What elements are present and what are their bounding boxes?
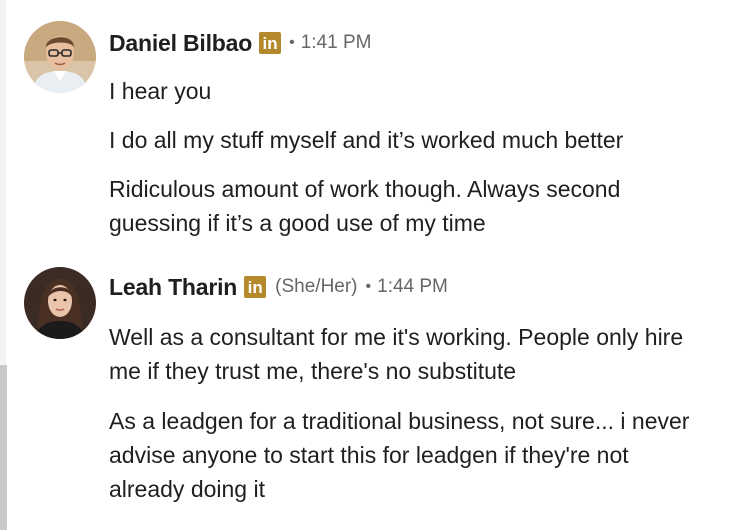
avatar[interactable]: [24, 21, 96, 93]
message-header: Daniel Bilbao in • 1:41 PM: [109, 29, 371, 57]
separator-dot: •: [365, 278, 372, 295]
sender-name[interactable]: Leah Tharin: [109, 274, 237, 301]
avatar-leah-image: [24, 267, 96, 339]
linkedin-badge-icon: in: [244, 276, 267, 298]
linkedin-badge-icon: in: [259, 32, 282, 54]
message-text: I hear you: [109, 78, 212, 104]
message-text: As a leadgen for a traditional business,…: [109, 408, 690, 502]
pronouns: (She/Her): [275, 276, 358, 297]
separator-dot: •: [289, 34, 295, 51]
timestamp: 1:44 PM: [377, 276, 448, 297]
scrollbar[interactable]: [0, 365, 7, 530]
sender-name[interactable]: Daniel Bilbao: [109, 30, 252, 57]
message-text: I do all my stuff myself and it’s worked…: [109, 127, 624, 153]
message-header: Leah Tharin in (She/Her) • 1:44 PM: [109, 273, 448, 301]
message-text: Well as a consultant for me it's working…: [109, 324, 684, 384]
message-text: Ridiculous amount of work though. Always…: [109, 176, 621, 236]
avatar-daniel-image: [24, 21, 96, 93]
avatar[interactable]: [24, 267, 96, 339]
timestamp: 1:41 PM: [300, 32, 372, 53]
